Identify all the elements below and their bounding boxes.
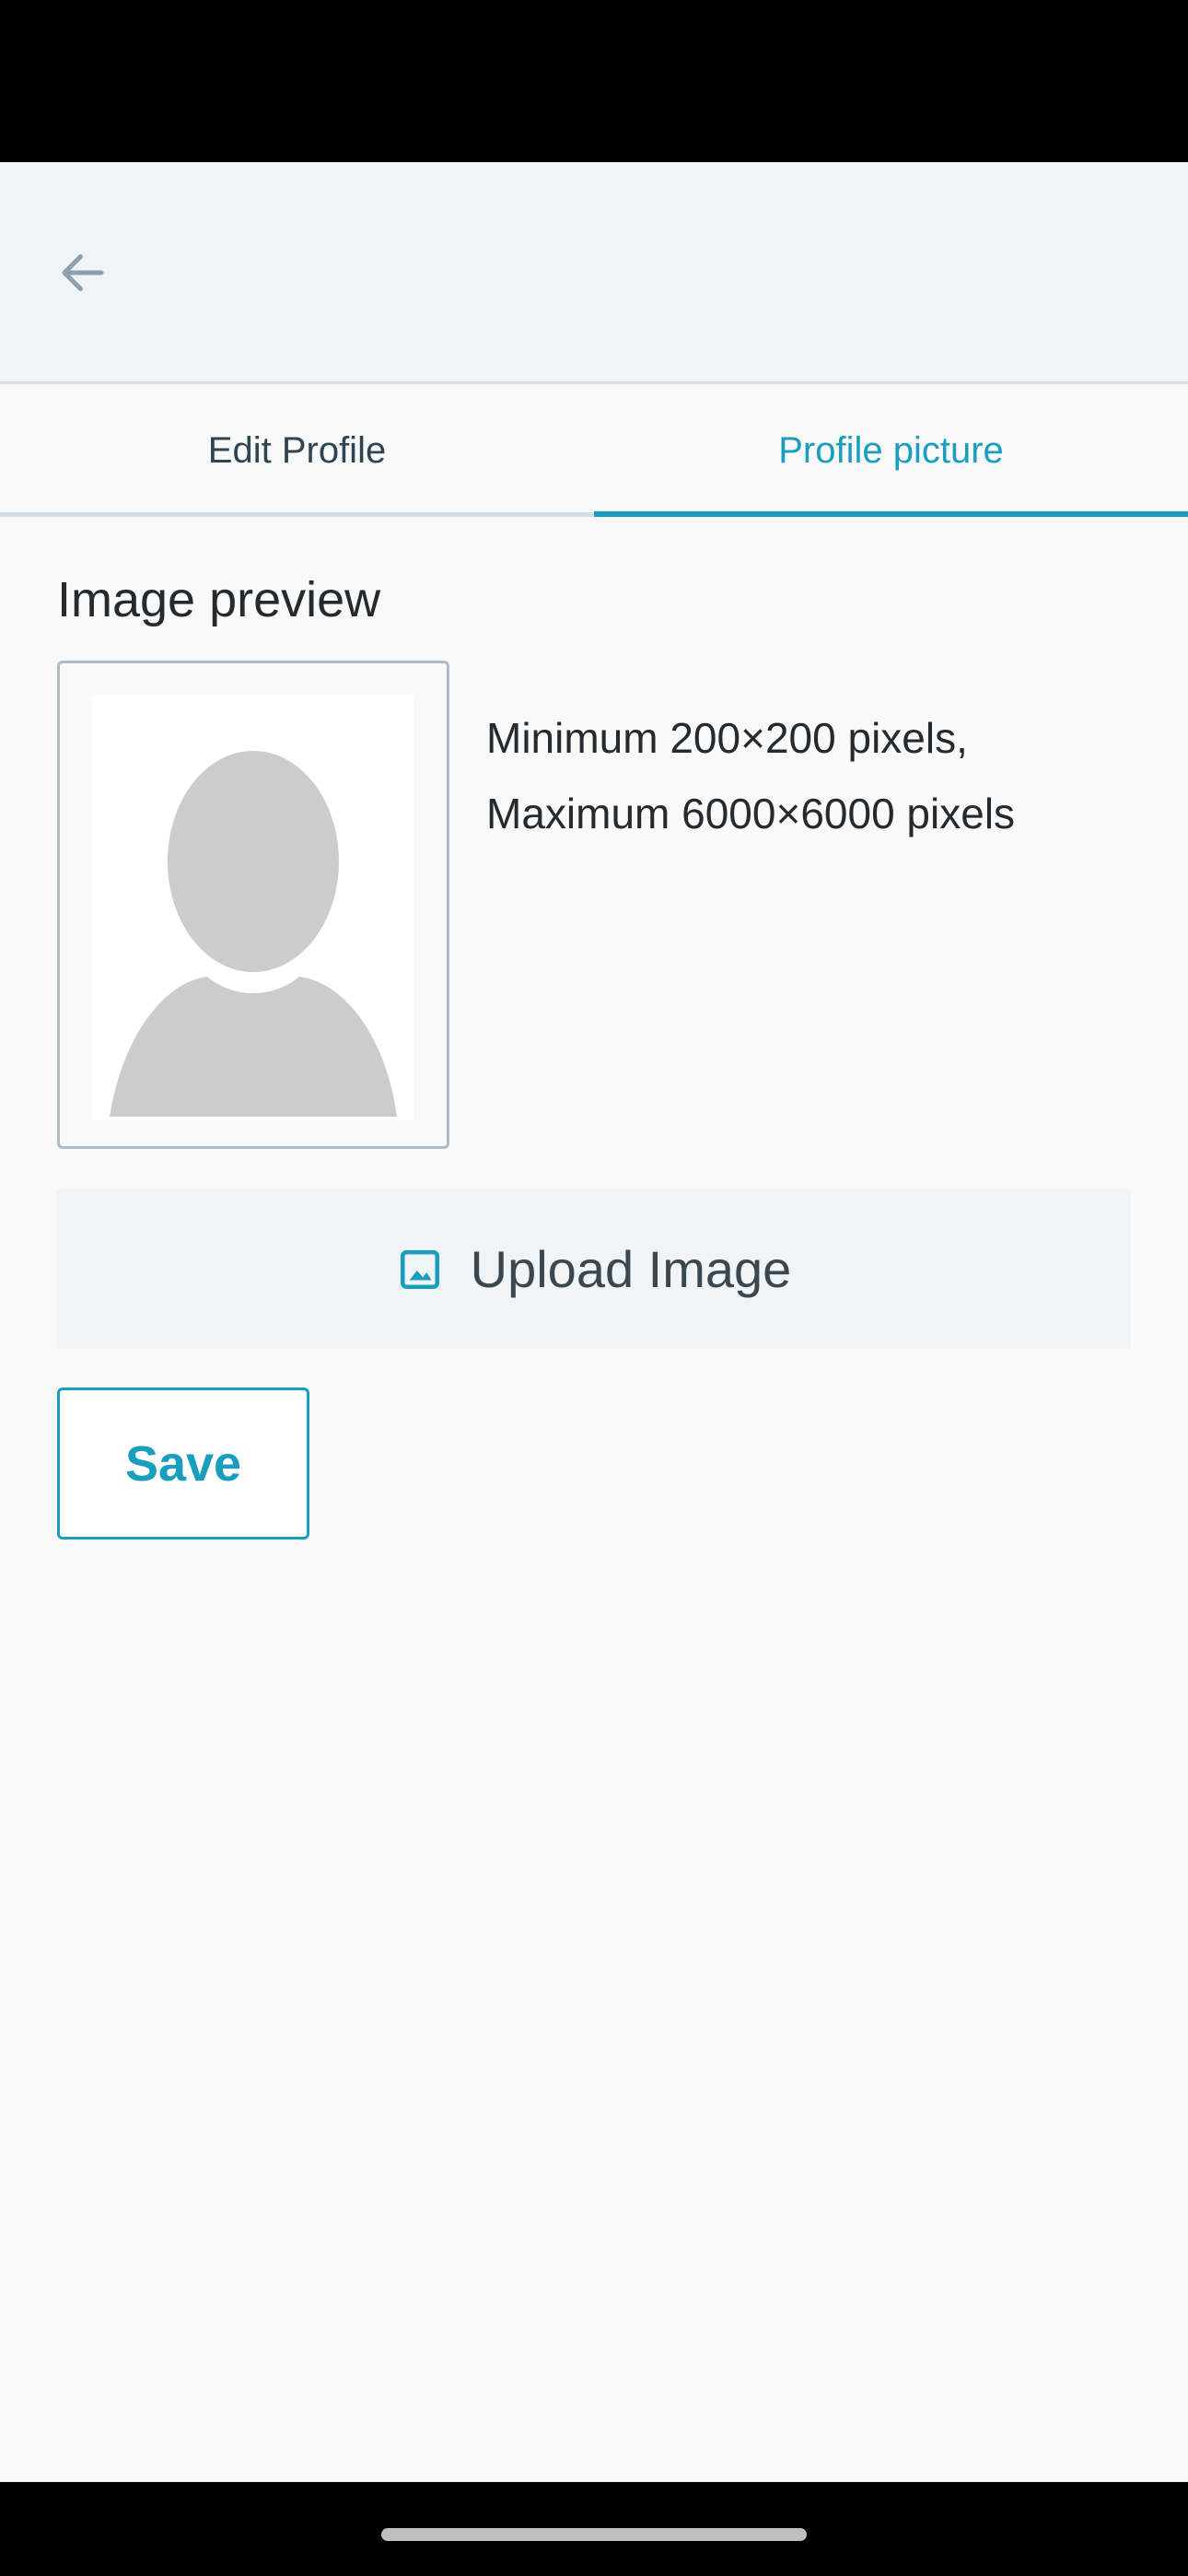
- image-size-minimum: Minimum 200×200 pixels,: [486, 714, 968, 762]
- image-size-limits: Minimum 200×200 pixels, Maximum 6000×600…: [486, 700, 1149, 851]
- tab-edit-profile[interactable]: Edit Profile: [0, 384, 594, 517]
- arrow-left-icon: [62, 254, 104, 291]
- image-size-maximum: Maximum 6000×6000 pixels: [486, 790, 1016, 837]
- image-preview-frame: [57, 661, 449, 1149]
- image-preview-title: Image preview: [57, 572, 381, 627]
- back-button[interactable]: [46, 236, 120, 310]
- image-icon: [400, 1249, 439, 1289]
- image-preview-area: [93, 695, 413, 1120]
- save-button-label: Save: [124, 1435, 242, 1492]
- top-app-bar: [0, 162, 1188, 384]
- tab-profile-picture[interactable]: Profile picture: [594, 384, 1188, 517]
- system-navigation-bar: [0, 2482, 1188, 2576]
- status-bar: [0, 0, 1188, 162]
- upload-image-button[interactable]: Upload Image: [57, 1189, 1131, 1349]
- home-indicator[interactable]: [381, 2528, 807, 2541]
- tab-profile-picture-label: Profile picture: [778, 429, 1004, 471]
- profile-tabs: Edit Profile Profile picture: [0, 384, 1188, 517]
- upload-image-label: Upload Image: [470, 1240, 792, 1298]
- save-button[interactable]: Save: [57, 1388, 309, 1540]
- tab-edit-profile-label: Edit Profile: [207, 429, 387, 471]
- avatar-placeholder-icon: [110, 751, 397, 1117]
